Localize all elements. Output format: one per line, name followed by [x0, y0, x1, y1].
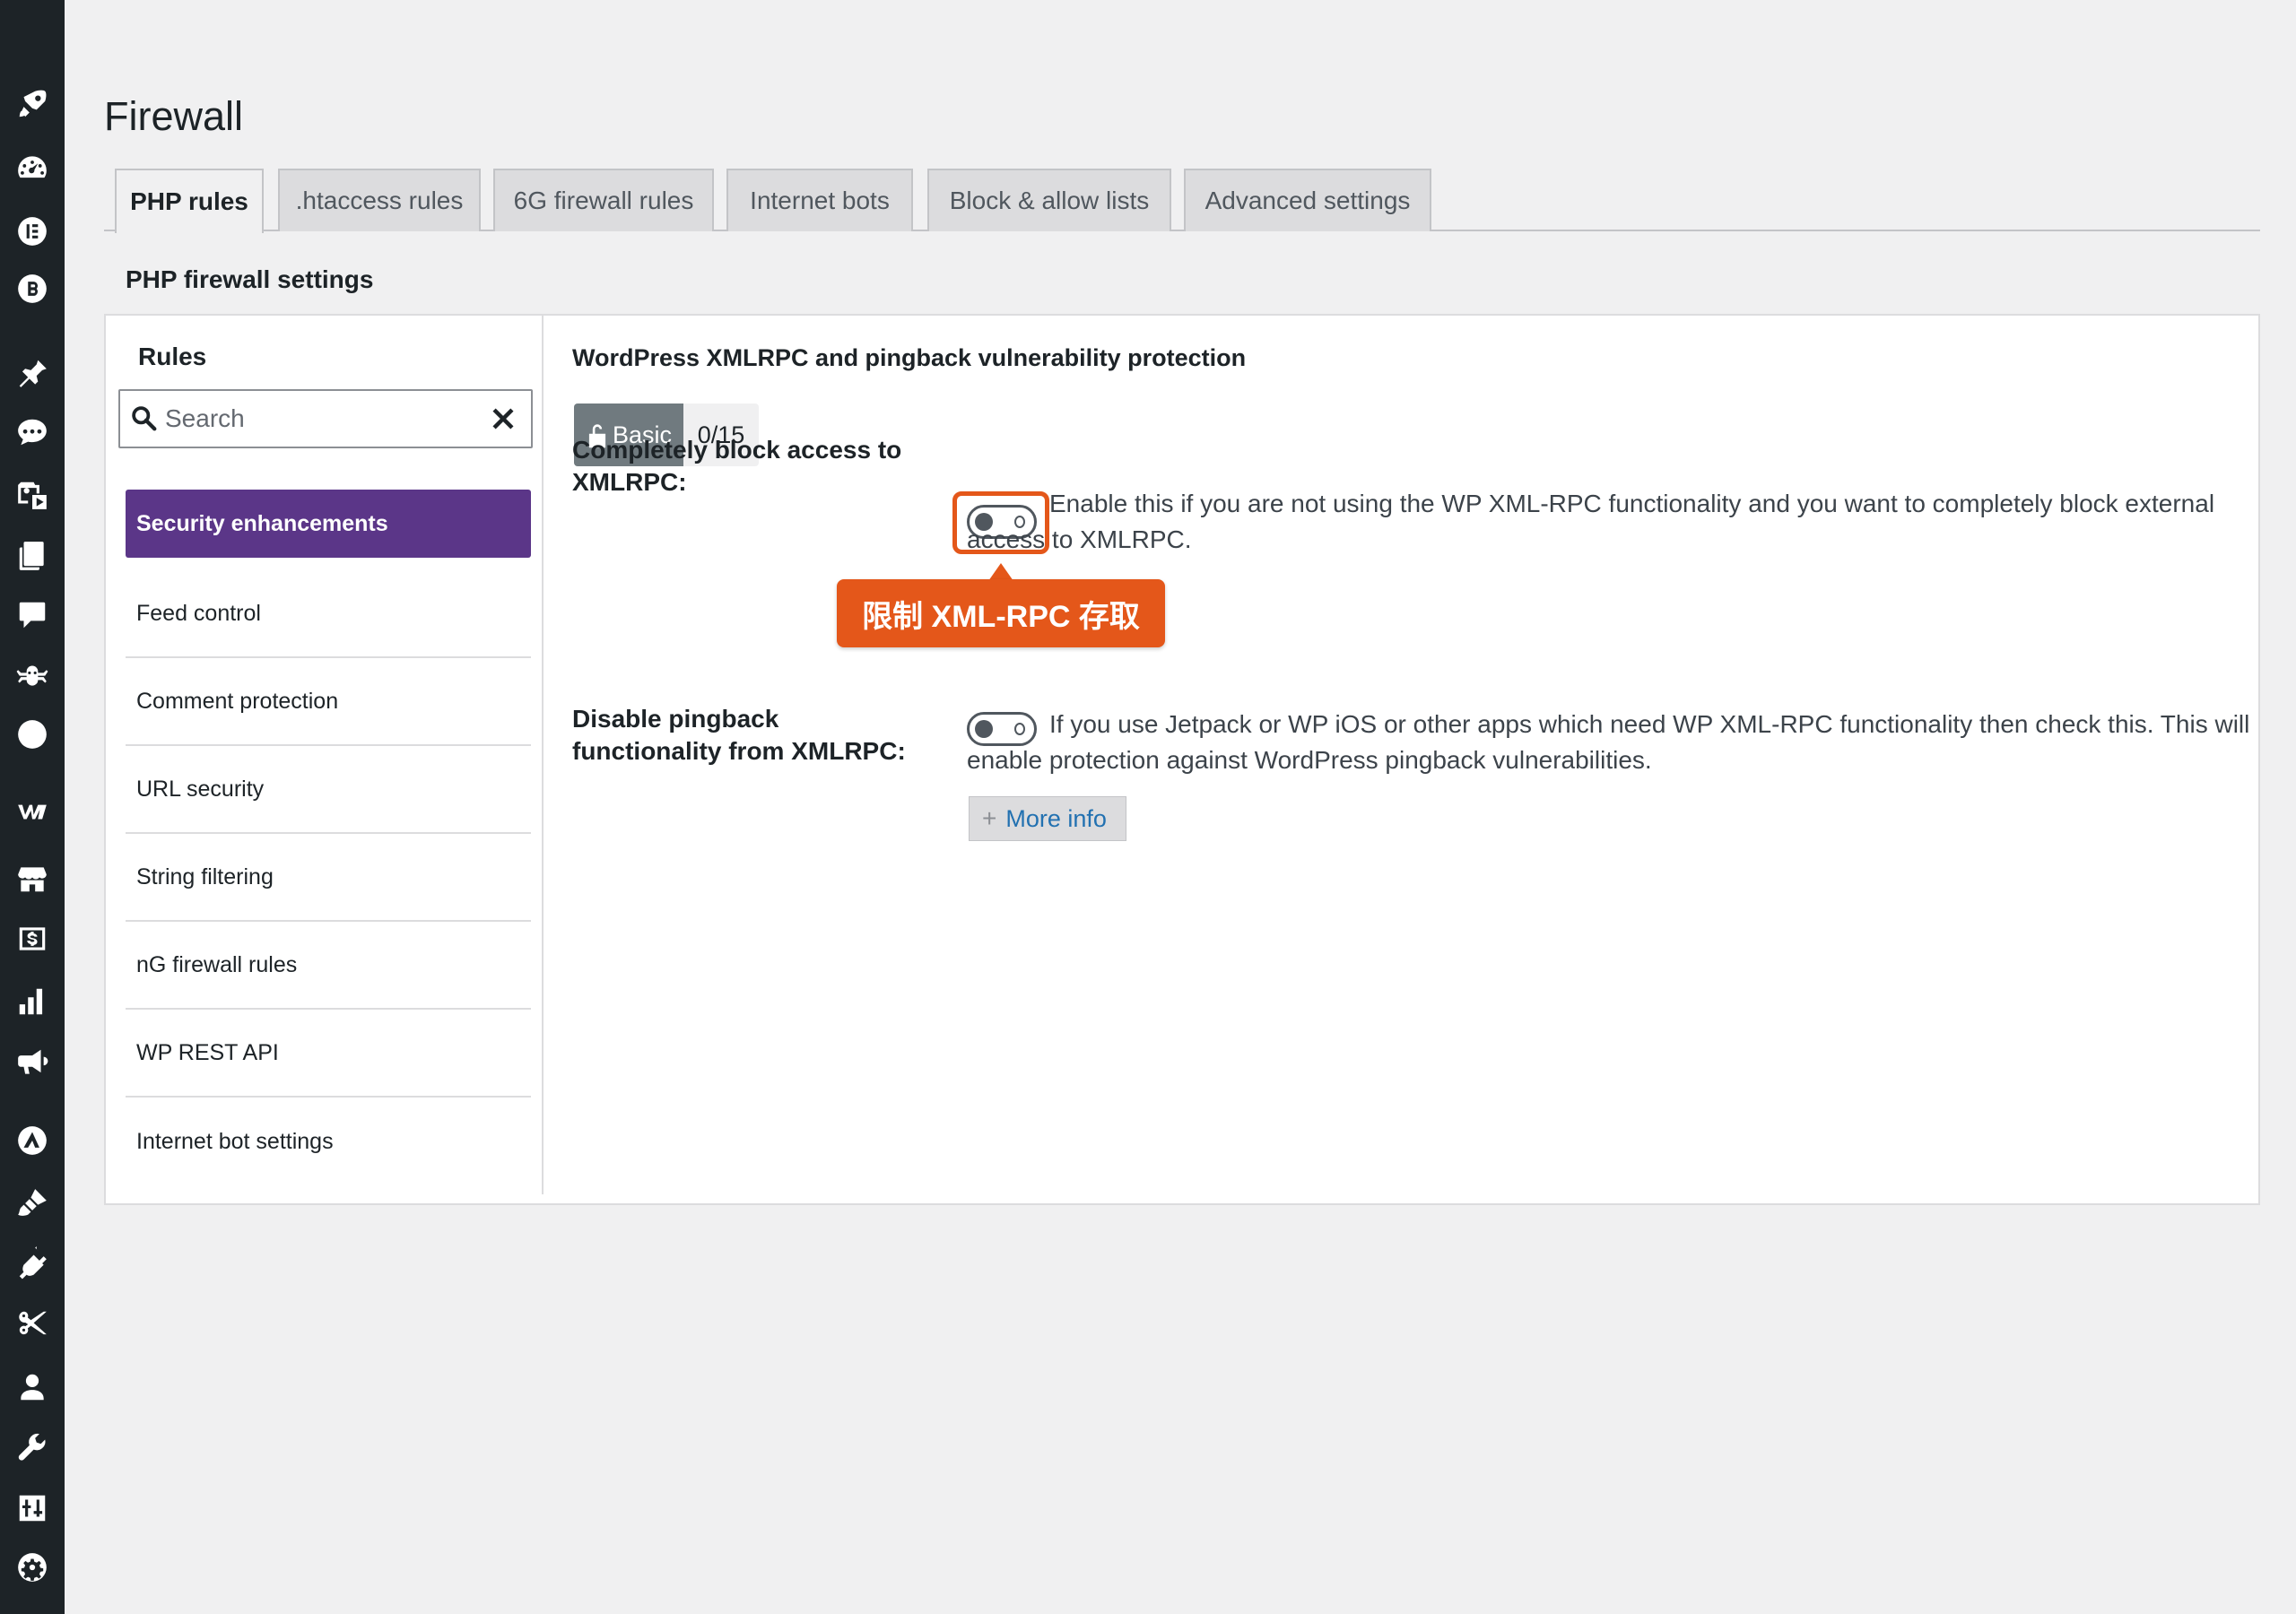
- spider-icon[interactable]: [13, 655, 52, 694]
- rule-feed-control[interactable]: Feed control: [126, 570, 531, 658]
- rule-wp-rest-api[interactable]: WP REST API: [126, 1010, 531, 1098]
- rule-comment-protection[interactable]: Comment protection: [126, 658, 531, 746]
- analytics-icon[interactable]: [13, 982, 52, 1021]
- tab-advanced-settings[interactable]: Advanced settings: [1184, 169, 1431, 231]
- rules-search: [118, 389, 533, 448]
- section-heading: PHP firewall settings: [126, 265, 374, 293]
- comment-icon[interactable]: [13, 595, 52, 635]
- page-title: Firewall: [104, 93, 244, 139]
- tab-htaccess-rules[interactable]: .htaccess rules: [278, 169, 481, 231]
- plugin-icon[interactable]: [13, 1244, 52, 1283]
- plus-icon: +: [982, 804, 997, 832]
- brush-icon[interactable]: [13, 1184, 52, 1223]
- rule-string-filtering[interactable]: String filtering: [126, 834, 531, 922]
- settings-sliders-icon[interactable]: [13, 1488, 52, 1528]
- store-icon[interactable]: [13, 859, 52, 898]
- setting-label-block-xmlrpc: Completely block access to XMLRPC:: [572, 436, 902, 496]
- dashboard-icon[interactable]: [13, 148, 52, 187]
- more-info-label: More info: [1005, 804, 1107, 832]
- callout-arrow: [988, 563, 1013, 581]
- dollar-icon[interactable]: [13, 919, 52, 959]
- scissors-icon[interactable]: [13, 1305, 52, 1344]
- search-icon: [132, 406, 157, 431]
- settings-panel: Rules Security enhancements Feed control…: [104, 314, 2260, 1205]
- s-circle-icon[interactable]: [13, 715, 52, 754]
- tab-internet-bots[interactable]: Internet bots: [726, 169, 913, 231]
- user-icon[interactable]: [13, 1367, 52, 1407]
- rule-internet-bot-settings[interactable]: Internet bot settings: [126, 1098, 531, 1185]
- tab-6g-firewall-rules[interactable]: 6G firewall rules: [493, 169, 714, 231]
- pin-icon[interactable]: [13, 353, 52, 393]
- more-info-button[interactable]: + More info: [969, 796, 1126, 841]
- setting-desc-block-xmlrpc: Enable this if you are not using the WP …: [967, 490, 2215, 553]
- content-title: WordPress XMLRPC and pingback vulnerabil…: [572, 344, 1247, 371]
- wrench-icon[interactable]: [13, 1428, 52, 1468]
- annotation-callout: 限制 XML-RPC 存取: [837, 579, 1165, 647]
- woo-icon[interactable]: [13, 791, 52, 830]
- rule-security-enhancements[interactable]: Security enhancements: [126, 490, 531, 558]
- pages-icon[interactable]: [13, 536, 52, 576]
- shield-gear-icon[interactable]: [13, 1548, 52, 1587]
- elementor-icon[interactable]: [13, 212, 52, 251]
- rule-url-security[interactable]: URL security: [126, 746, 531, 834]
- megaphone-icon[interactable]: [13, 1043, 52, 1082]
- rule-ng-firewall-rules[interactable]: nG firewall rules: [126, 922, 531, 1010]
- setting-label-disable-pingback: Disable pingback functionality from XMLR…: [572, 705, 906, 765]
- media-icon[interactable]: [13, 475, 52, 515]
- search-input[interactable]: [165, 400, 488, 438]
- rules-title: Rules: [138, 343, 207, 370]
- tab-bar: PHP rules .htaccess rules 6G firewall ru…: [104, 169, 2260, 233]
- rules-sidebar: Rules Security enhancements Feed control…: [106, 316, 544, 1194]
- tab-php-rules[interactable]: PHP rules: [115, 169, 264, 233]
- chat-bubble-icon[interactable]: [13, 412, 52, 452]
- tab-block-allow-lists[interactable]: Block & allow lists: [927, 169, 1171, 231]
- admin-sidebar: [0, 0, 65, 1614]
- close-icon[interactable]: [488, 404, 518, 434]
- b-badge-icon[interactable]: [13, 269, 52, 308]
- highlight-ring: [952, 491, 1049, 554]
- rocket-icon[interactable]: [13, 84, 52, 124]
- setting-desc-disable-pingback: If you use Jetpack or WP iOS or other ap…: [967, 710, 2250, 774]
- astra-icon[interactable]: [13, 1121, 52, 1160]
